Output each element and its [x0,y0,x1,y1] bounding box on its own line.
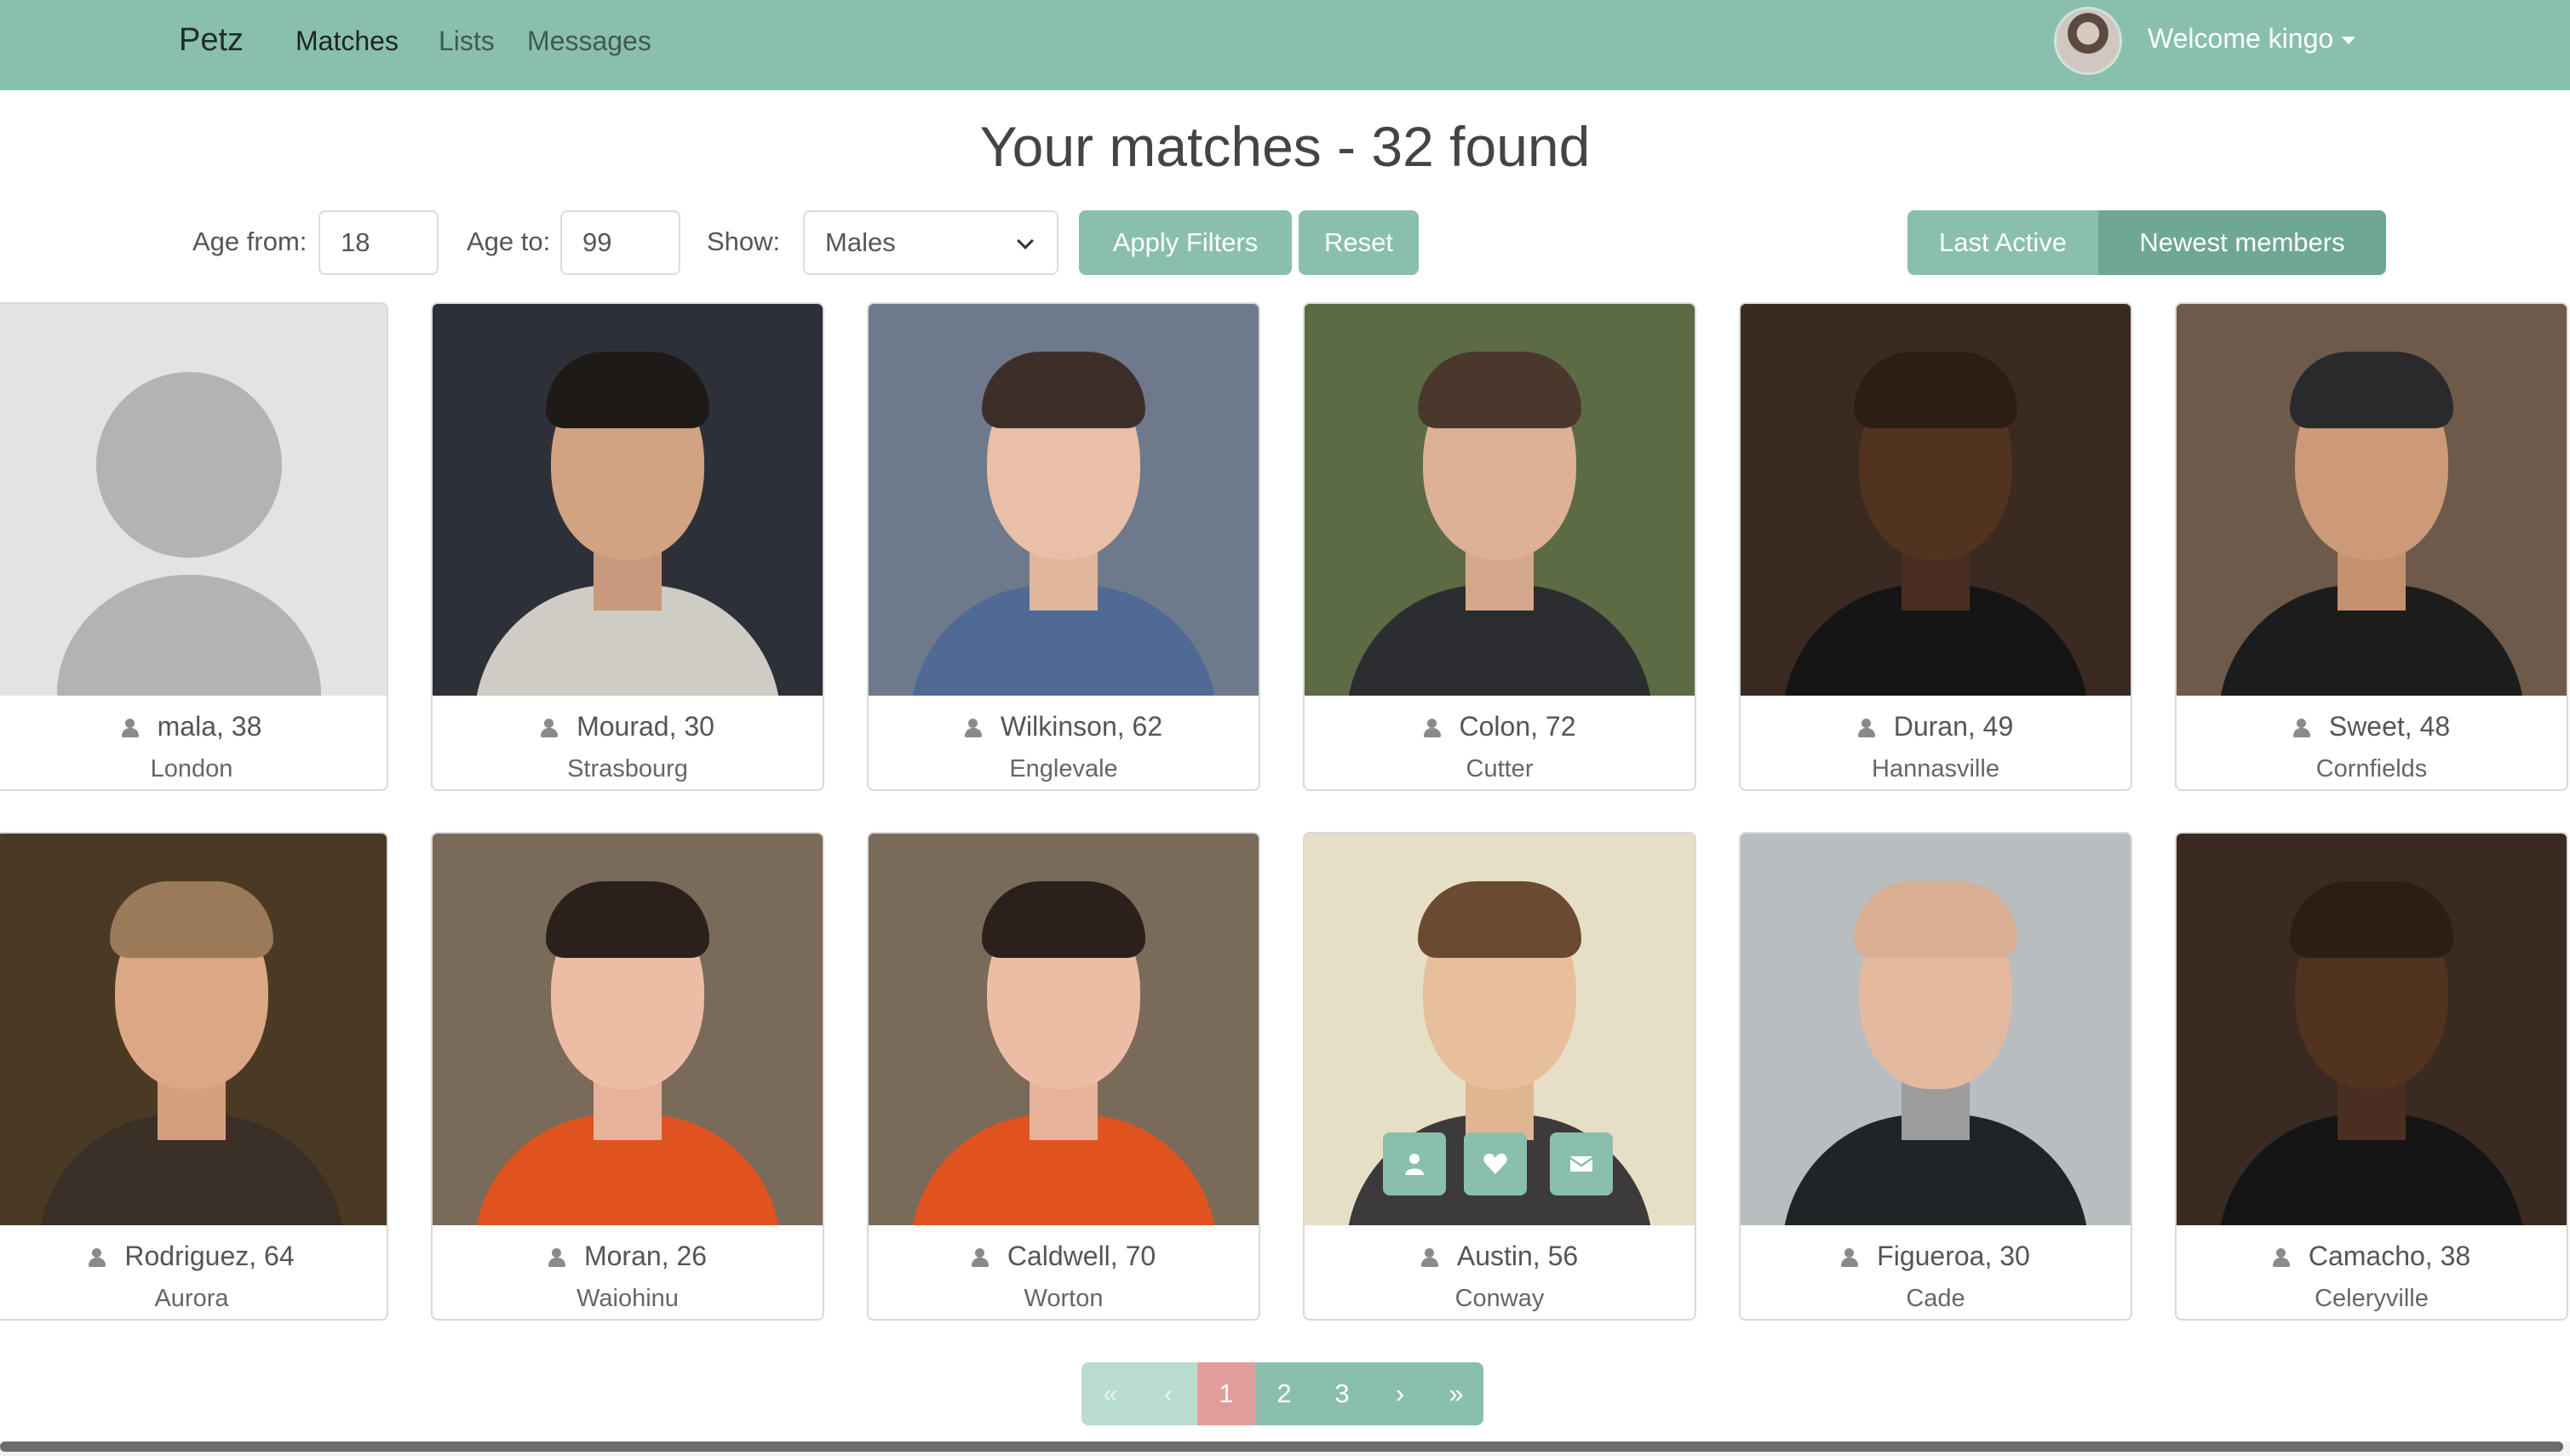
user-icon [2272,1248,2290,1267]
member-city: Conway [1454,1285,1545,1312]
pagination: « ‹ 1 2 3 › » [1081,1362,1483,1425]
user-icon [1841,1248,1859,1267]
welcome-label: Welcome kingo [2148,23,2334,54]
member-name: Figueroa, 30 [1877,1241,2030,1271]
user-menu-toggle[interactable]: Welcome kingo [2148,23,2356,54]
view-profile-button[interactable] [1383,1132,1446,1195]
sort-last-active-button[interactable]: Last Active [1907,210,2098,275]
page-last-button[interactable]: » [1429,1362,1483,1425]
member-photo [869,304,1259,696]
member-name: Camacho, 38 [2308,1241,2471,1271]
page-title: Your matches - 32 found [979,115,1591,178]
age-to-label: Age to: [467,226,551,256]
top-navbar: Petz Matches Lists Messages Welcome king… [0,0,2570,90]
member-photo [2177,304,2567,696]
page-1-button[interactable]: 1 [1197,1362,1255,1425]
member-photo-placeholder [0,304,387,696]
gender-select-value: Males [825,227,896,257]
member-photo [433,304,823,696]
envelope-icon [1569,1156,1593,1172]
member-card[interactable]: Mourad, 30 Strasbourg [431,302,824,791]
member-card[interactable]: Camacho, 38 Celeryville [2175,832,2568,1321]
age-from-input[interactable]: 18 [318,210,439,275]
member-name: Moran, 26 [583,1241,708,1271]
heart-icon [1483,1153,1507,1174]
member-card[interactable]: Colon, 72 Cutter [1303,302,1696,791]
like-button[interactable] [1464,1132,1527,1195]
page-2-button[interactable]: 2 [1255,1362,1313,1425]
age-from-label: Age from: [192,226,307,256]
member-city: London [150,755,233,782]
user-icon [1420,1248,1438,1267]
member-photo [433,834,823,1225]
member-name: Duran, 49 [1893,711,2014,742]
sort-newest-members-button[interactable]: Newest members [2098,210,2386,275]
member-city: Cade [1906,1285,1965,1312]
member-photo [1741,834,2131,1225]
member-name: Colon, 72 [1459,711,1576,742]
user-icon [89,1248,106,1267]
member-card[interactable]: Caldwell, 70 Worton [867,832,1260,1321]
chevron-down-icon [1017,232,1034,249]
user-icon [548,1248,565,1267]
member-city: Celeryville [2315,1285,2429,1312]
member-photo [1305,304,1695,696]
member-name: Mourad, 30 [577,711,714,742]
gender-select[interactable]: Males [803,210,1058,275]
member-city: Cutter [1466,755,1534,782]
member-card[interactable]: mala, 38 London [0,302,388,791]
member-city: Aurora [154,1285,229,1312]
member-card[interactable]: Wilkinson, 62 Englevale [867,302,1260,791]
member-photo [0,834,387,1225]
member-name: Austin, 56 [1456,1241,1579,1271]
user-icon [1423,719,1441,737]
nav-link-matches[interactable]: Matches [295,26,399,57]
member-card[interactable]: Sweet, 48 Cornfields [2175,302,2568,791]
member-city: Hannasville [1872,755,1999,782]
user-avatar[interactable] [2054,7,2122,75]
member-name: Sweet, 48 [2328,711,2451,742]
member-name: Rodriguez, 64 [124,1241,295,1271]
member-city: Cornfields [2315,755,2428,782]
page-prev-button[interactable]: ‹ [1139,1362,1197,1425]
member-city: Waiohinu [577,1285,679,1312]
nav-link-lists[interactable]: Lists [439,26,495,57]
member-card[interactable]: Rodriguez, 64 Aurora [0,832,388,1321]
show-label: Show: [707,226,781,256]
page-3-button[interactable]: 3 [1313,1362,1371,1425]
user-icon [121,719,139,737]
user-icon [964,719,982,737]
horizontal-scrollbar-thumb[interactable] [0,1442,2563,1452]
apply-filters-button[interactable]: Apply Filters [1079,210,1292,275]
user-icon [1857,719,1875,737]
member-photo [1741,304,2131,696]
member-card[interactable]: Duran, 49 Hannasville [1739,302,2132,791]
member-city: Englevale [1009,755,1118,782]
reset-button[interactable]: Reset [1299,210,1419,275]
member-photo [869,834,1259,1225]
user-icon [1405,1154,1424,1175]
nav-link-messages[interactable]: Messages [527,26,651,57]
member-name: Caldwell, 70 [1007,1241,1156,1271]
user-icon [971,1248,989,1267]
brand-logo[interactable]: Petz [179,22,244,59]
sort-button-group: Last Active Newest members [1907,210,2386,275]
message-button[interactable] [1550,1132,1613,1195]
page-next-button[interactable]: › [1371,1362,1429,1425]
caret-down-icon [2342,37,2356,45]
member-card[interactable]: Figueroa, 30 Cade [1739,832,2132,1321]
member-city: Strasbourg [567,755,688,782]
age-to-input[interactable]: 99 [560,210,680,275]
page-first-button[interactable]: « [1081,1362,1139,1425]
user-icon [541,719,559,737]
member-city: Worton [1024,1285,1104,1312]
member-card[interactable]: Moran, 26 Waiohinu [431,832,824,1321]
member-card[interactable]: Austin, 56 Conway [1303,832,1696,1321]
user-icon [2292,719,2310,737]
member-name: Wilkinson, 62 [1000,711,1163,742]
member-name: mala, 38 [157,711,262,742]
member-photo [2177,834,2567,1225]
